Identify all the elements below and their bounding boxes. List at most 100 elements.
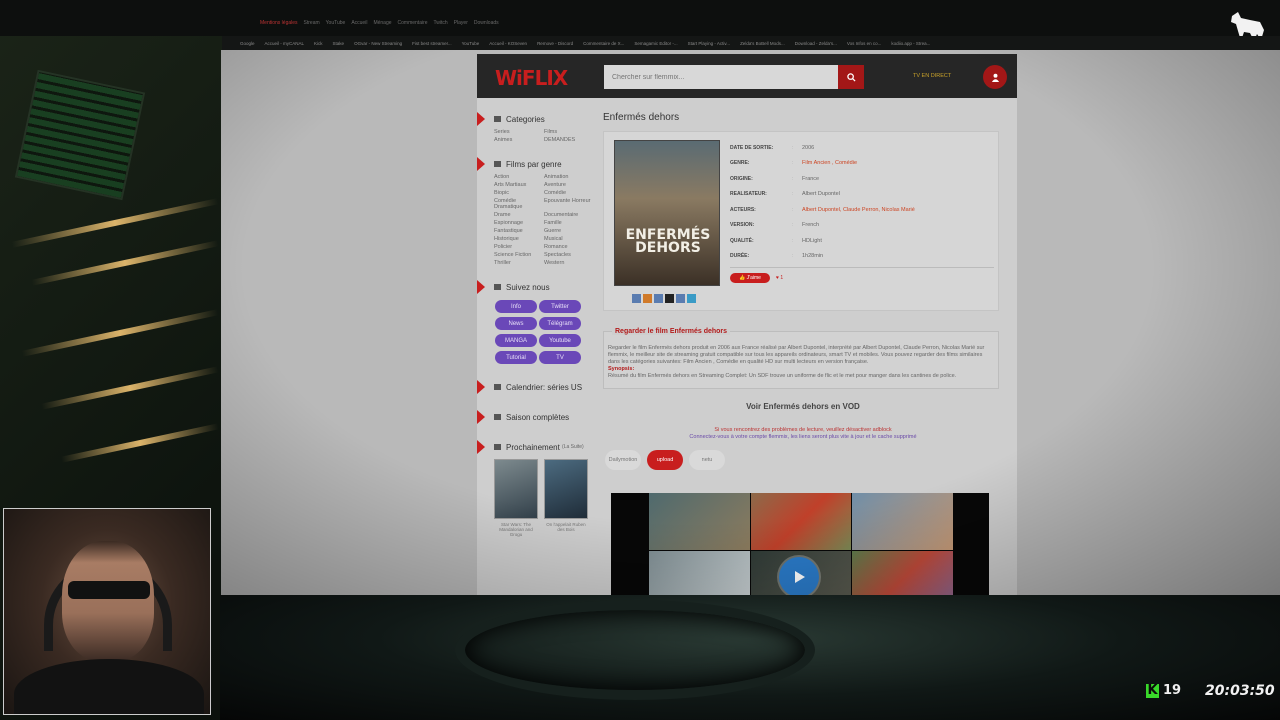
social-button-manga[interactable]: MANGA xyxy=(495,334,537,347)
site-logo[interactable]: WiFLIX xyxy=(495,66,568,90)
genre-link[interactable]: Fantastique xyxy=(494,228,544,234)
video-player[interactable] xyxy=(611,493,989,595)
social-button-twitter[interactable]: Twitter xyxy=(539,300,581,313)
genre-link[interactable]: Espionnage xyxy=(494,220,544,226)
social-button-info[interactable]: Info xyxy=(495,300,537,313)
browser-tab[interactable]: Accueil xyxy=(351,20,367,30)
sidebar-follow: Suivez nous Info Twitter News Télégram M… xyxy=(477,280,597,364)
social-button-tutorial[interactable]: Tutorial xyxy=(495,351,537,364)
background-light xyxy=(41,366,219,410)
browser-tab[interactable]: Mentions légales xyxy=(260,20,298,30)
genre-link[interactable]: Famille xyxy=(544,220,594,226)
upcoming-card[interactable]: On l'appelait Ruben des Bois xyxy=(544,459,588,537)
browser-tab[interactable]: Stream xyxy=(304,20,320,30)
login-notice[interactable]: Connectez-vous à votre compte flemmix, l… xyxy=(603,434,1003,441)
genre-link[interactable]: Guerre xyxy=(544,228,594,234)
fact-value-link[interactable]: Albert Dupontel, Claude Perron, Nicolas … xyxy=(802,207,915,213)
bookmark[interactable]: Vos Infos en co... xyxy=(847,41,882,46)
browser-tab[interactable]: Twitch xyxy=(434,20,448,30)
genre-link[interactable]: Comédie Dramatique xyxy=(494,198,544,210)
bookmark[interactable]: Stake xyxy=(333,41,345,46)
upcoming-suffix[interactable]: (La Suite) xyxy=(562,444,584,450)
category-link[interactable]: Animes xyxy=(494,137,544,143)
ok-share-icon[interactable] xyxy=(643,294,652,303)
genre-link[interactable]: Romance xyxy=(544,244,594,250)
telegram-share-icon[interactable] xyxy=(687,294,696,303)
fact-value: HDLight xyxy=(802,237,822,244)
vk-share-icon[interactable] xyxy=(632,294,641,303)
social-button-telegram[interactable]: Télégram xyxy=(539,317,581,330)
bookmark[interactable]: OGvar - New Streaming xyxy=(354,41,402,46)
genre-link[interactable]: Western xyxy=(544,260,594,266)
genre-link[interactable]: Drame xyxy=(494,212,544,218)
genre-link[interactable]: Comédie xyxy=(544,190,594,196)
bookmark[interactable]: Semagamic Editor -... xyxy=(634,41,677,46)
synopsis-text: Résumé du film Enfermés dehors en Stream… xyxy=(608,373,957,379)
sidebar-section-title[interactable]: Saison complètes xyxy=(477,410,597,424)
like-button[interactable]: 👍 J'aime xyxy=(730,273,770,283)
search-button[interactable] xyxy=(838,65,864,89)
genre-link[interactable]: Documentaire xyxy=(544,212,594,218)
social-button-tv[interactable]: TV xyxy=(539,351,581,364)
category-link[interactable]: Series xyxy=(494,129,544,135)
browser-tab[interactable]: YouTube xyxy=(326,20,346,30)
list-icon xyxy=(494,284,501,290)
play-button[interactable] xyxy=(779,557,819,595)
description-title: Regarder le film Enfermés dehors xyxy=(612,328,731,335)
x-share-icon[interactable] xyxy=(665,294,674,303)
browser-tab[interactable]: Downloads xyxy=(474,20,499,30)
category-link[interactable]: Films xyxy=(544,129,594,135)
bookmark[interactable]: Start Playing - Activ... xyxy=(688,41,730,46)
bookmark[interactable]: Accueil - myCANAL xyxy=(265,41,305,46)
bookmark[interactable]: Commentaire de X... xyxy=(583,41,624,46)
genre-link[interactable]: Biopic xyxy=(494,190,544,196)
site-header: WiFLIX TV EN DIRECT xyxy=(477,54,1017,98)
tv-live-link[interactable]: TV EN DIRECT xyxy=(913,73,951,79)
bookmark[interactable]: Google xyxy=(240,41,255,46)
categories-title: Categories xyxy=(506,114,545,124)
bookmark[interactable]: Download - Zelda's... xyxy=(795,41,837,46)
genre-link[interactable]: Epouvante Horreur xyxy=(544,198,594,210)
genre-link[interactable]: Science Fiction xyxy=(494,252,544,258)
social-button-youtube[interactable]: Youtube xyxy=(539,334,581,347)
genre-link[interactable]: Animation xyxy=(544,174,594,180)
genre-link[interactable]: Musical xyxy=(544,236,594,242)
genre-link[interactable]: Historique xyxy=(494,236,544,242)
player-tab-upload[interactable]: upload xyxy=(647,450,683,470)
bookmark[interactable]: Accueil - KOSeven xyxy=(489,41,527,46)
fact-key: REALISATEUR: xyxy=(730,191,767,198)
mail-share-icon[interactable] xyxy=(654,294,663,303)
genre-link[interactable]: Arts Martiaux xyxy=(494,182,544,188)
genre-link[interactable]: Policier xyxy=(494,244,544,250)
fact-value: French xyxy=(802,222,820,229)
seasons-link[interactable]: Saison complètes xyxy=(506,413,569,422)
browser-tab[interactable]: Player xyxy=(454,20,468,30)
category-link[interactable]: DEMANDES xyxy=(544,137,594,143)
browser-tab[interactable]: Commentaire xyxy=(398,20,428,30)
bookmark[interactable]: Kick xyxy=(314,41,323,46)
bookmark[interactable]: Fist best streamer... xyxy=(412,41,452,46)
search-input[interactable] xyxy=(604,65,838,89)
fact-dot: : xyxy=(792,222,794,229)
player-notice: Si vous rencontrez des problèmes de lect… xyxy=(603,427,1003,441)
bookmark[interactable]: Remove - Discord xyxy=(537,41,573,46)
upcoming-card[interactable]: Star Wars: The Mandalorian and Grogu xyxy=(494,459,538,537)
account-button[interactable] xyxy=(983,65,1007,89)
sidebar-section-title[interactable]: Calendrier: séries US xyxy=(477,380,597,394)
browser-tab[interactable]: Ménage xyxy=(373,20,391,30)
calendar-link[interactable]: Calendrier: séries US xyxy=(506,383,582,392)
bookmark[interactable]: Zelda's BoBell Mods... xyxy=(740,41,785,46)
genre-link[interactable]: Spectacles xyxy=(544,252,594,258)
film-icon xyxy=(494,161,501,167)
genre-link[interactable]: Aventure xyxy=(544,182,594,188)
sidebar-seasons: Saison complètes xyxy=(477,410,597,424)
bookmark[interactable]: kodiio.app - Strea... xyxy=(891,41,930,46)
social-button-news[interactable]: News xyxy=(495,317,537,330)
genre-link[interactable]: Action xyxy=(494,174,544,180)
linkedin-share-icon[interactable] xyxy=(676,294,685,303)
player-tab-netu[interactable]: netu xyxy=(689,450,725,470)
bookmark[interactable]: YouTube xyxy=(462,41,480,46)
fact-value-link[interactable]: Film Ancien , Comédie xyxy=(802,160,857,166)
player-tab-dailymotion[interactable]: Dailymotion xyxy=(605,450,641,470)
genre-link[interactable]: Thriller xyxy=(494,260,544,266)
